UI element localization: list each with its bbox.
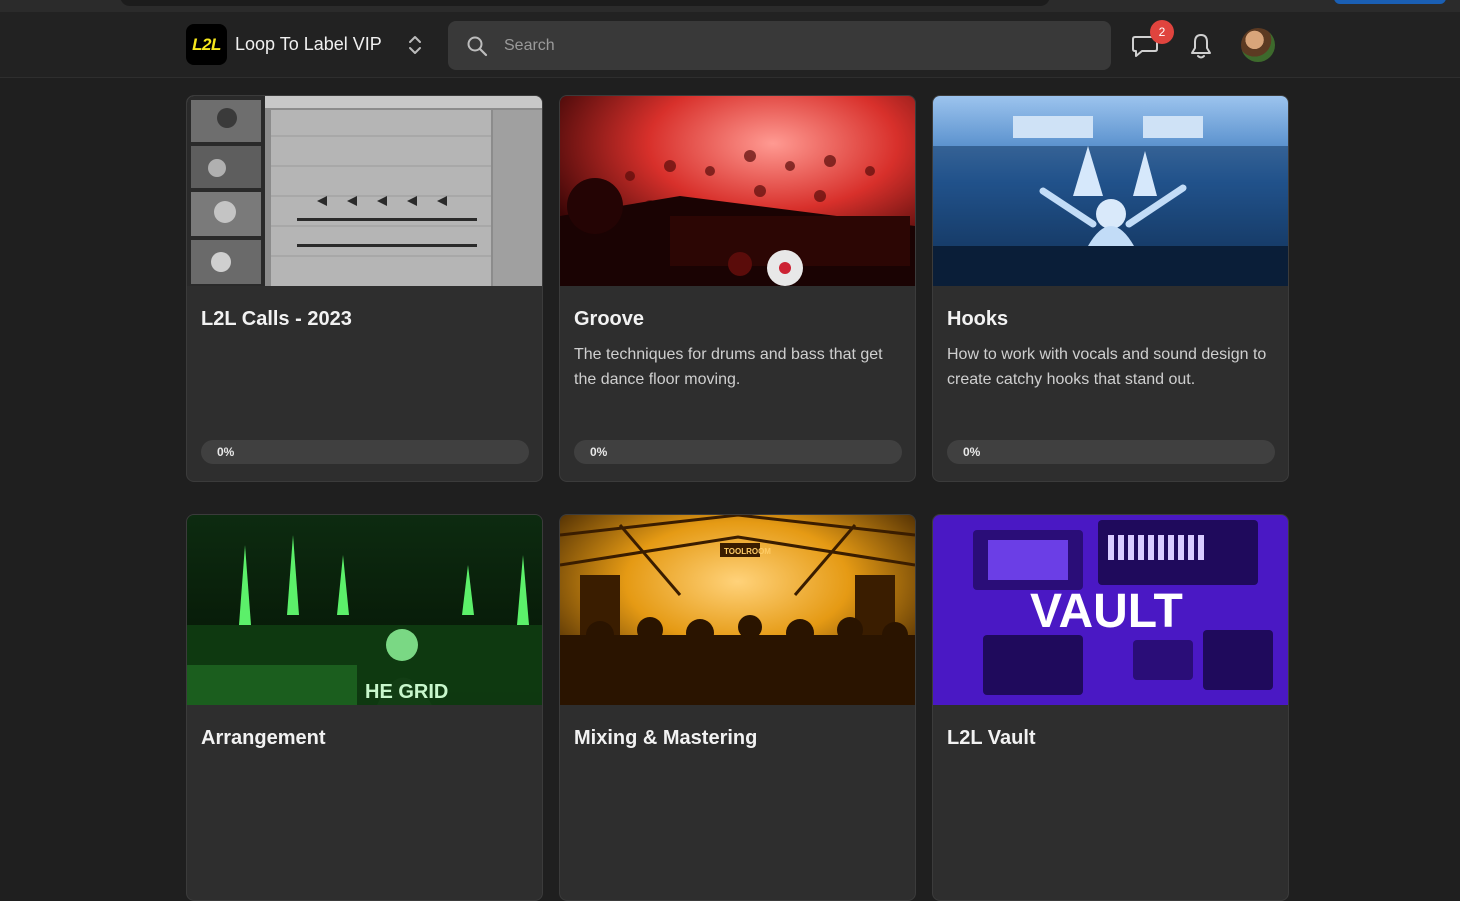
course-thumbnail: VAULT: [933, 515, 1288, 705]
course-card[interactable]: L2L Calls - 2023 0%: [186, 95, 543, 482]
course-description: The techniques for drums and bass that g…: [574, 346, 883, 388]
course-thumbnail: [933, 96, 1288, 286]
course-card[interactable]: HE GRID Arrangement: [186, 514, 543, 901]
address-bar-edge: [120, 0, 1050, 6]
thumbnail-text: TOOLROOM: [724, 547, 771, 556]
thumbnail-text: VAULT: [1030, 585, 1183, 638]
course-progress-bar: 0%: [574, 440, 902, 464]
course-thumbnail: [187, 96, 542, 286]
course-thumbnail: HE GRID: [187, 515, 542, 705]
course-card[interactable]: TOOLROOM Mixing & Mastering: [559, 514, 916, 901]
course-progress-bar: 0%: [201, 440, 529, 464]
course-title: Hooks: [947, 308, 1009, 330]
search-icon: [467, 36, 488, 57]
chat-unread-badge: 2: [1150, 20, 1174, 44]
avatar[interactable]: [1241, 28, 1275, 62]
top-navbar: L2L Loop To Label VIP 2: [0, 12, 1460, 78]
progress-label: 0%: [217, 445, 235, 459]
bell-icon[interactable]: [1187, 31, 1215, 61]
browser-chrome-strip: [0, 0, 1460, 12]
course-progress-bar: 0%: [947, 440, 1275, 464]
course-title: L2L Calls - 2023: [201, 308, 352, 330]
progress-label: 0%: [590, 445, 608, 459]
course-thumbnail: [560, 96, 915, 286]
course-title: Mixing & Mastering: [574, 727, 758, 749]
course-card[interactable]: VAULT L2L Vault: [932, 514, 1289, 901]
community-logo[interactable]: L2L: [186, 24, 227, 65]
course-thumbnail: TOOLROOM: [560, 515, 915, 705]
switcher-icon[interactable]: [404, 33, 426, 57]
community-name[interactable]: Loop To Label VIP: [235, 34, 382, 55]
search-input[interactable]: [504, 21, 1094, 70]
course-card[interactable]: Groove The techniques for drums and bass…: [559, 95, 916, 482]
search-bar[interactable]: [448, 21, 1111, 70]
course-title: Arrangement: [201, 727, 326, 749]
course-title: Groove: [574, 308, 645, 330]
course-title: L2L Vault: [947, 727, 1036, 749]
logo-text: L2L: [192, 34, 221, 54]
thumbnail-text: HE GRID: [365, 681, 448, 703]
course-card[interactable]: Hooks How to work with vocals and sound …: [932, 95, 1289, 482]
browser-button-edge: [1334, 0, 1446, 4]
progress-label: 0%: [963, 445, 981, 459]
course-description: How to work with vocals and sound design…: [947, 346, 1267, 388]
